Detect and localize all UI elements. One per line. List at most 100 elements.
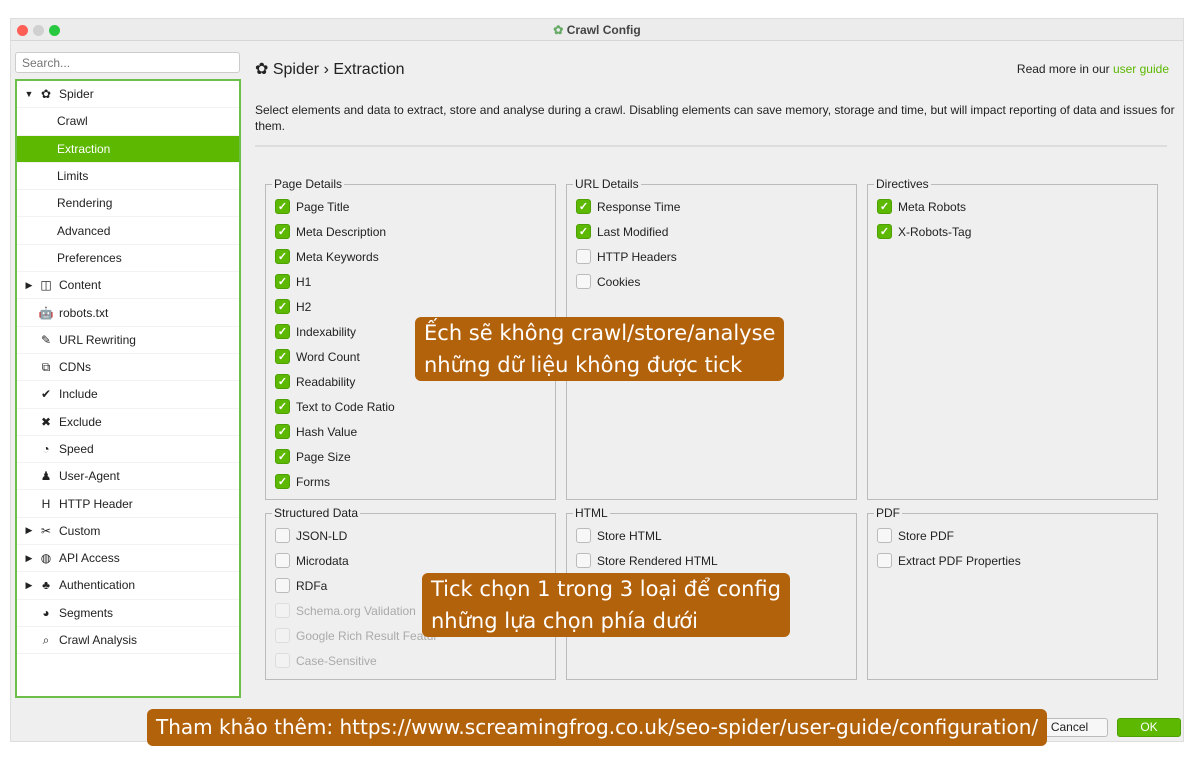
checkbox-cookies[interactable]: Cookies	[576, 274, 640, 289]
checkbox-store-pdf[interactable]: Store PDF	[877, 528, 954, 543]
sidebar-item-label: Rendering	[57, 196, 113, 211]
checkbox-box[interactable]	[877, 553, 892, 568]
checkbox-meta-description[interactable]: ✓ Meta Description	[275, 224, 386, 239]
checkmark-icon[interactable]: ✓	[576, 224, 591, 239]
collapsed-arrow-icon[interactable]: ▶	[21, 280, 37, 291]
checkmark-icon[interactable]: ✓	[275, 224, 290, 239]
sidebar-item-limits[interactable]: Limits	[17, 163, 239, 191]
checkbox-last-modified[interactable]: ✓ Last Modified	[576, 224, 668, 239]
checkmark-icon[interactable]: ✓	[275, 249, 290, 264]
sidebar-item-extraction[interactable]: Extraction	[17, 135, 239, 163]
checkbox-forms[interactable]: ✓ Forms	[275, 474, 330, 489]
checkmark-icon[interactable]: ✓	[275, 449, 290, 464]
checkbox-microdata[interactable]: Microdata	[275, 553, 349, 568]
sidebar-item-authentication[interactable]: ▶ ♣ Authentication	[17, 572, 239, 600]
sidebar-item-label: HTTP Header	[59, 496, 133, 511]
description: Select elements and data to extract, sto…	[255, 103, 1175, 133]
checkbox-rdfa[interactable]: RDFa	[275, 578, 327, 593]
sidebar-item-label: Include	[59, 387, 98, 402]
sidebar-item-rendering[interactable]: Rendering	[17, 190, 239, 218]
sidebar-item-label: Exclude	[59, 414, 102, 429]
checkbox-text-to-code-ratio[interactable]: ✓ Text to Code Ratio	[275, 399, 395, 414]
checkmark-icon[interactable]: ✓	[576, 199, 591, 214]
checkbox-case-sensitive: Case-Sensitive	[275, 653, 377, 668]
sidebar-item-exclude[interactable]: ✖ Exclude	[17, 409, 239, 436]
sidebar-item-api-access[interactable]: ▶ ◍ API Access	[17, 545, 239, 573]
columns-icon: ◫	[40, 278, 52, 293]
checkmark-icon[interactable]: ✓	[275, 324, 290, 339]
expanded-arrow-icon[interactable]: ▼	[21, 89, 37, 99]
checkbox-x-robots-tag[interactable]: ✓ X-Robots-Tag	[877, 224, 971, 239]
checkbox-h2[interactable]: ✓ H2	[275, 299, 311, 314]
collapsed-arrow-icon[interactable]: ▶	[21, 580, 37, 591]
sidebar-item-label: Speed	[59, 442, 94, 456]
checkbox-http-headers[interactable]: HTTP Headers	[576, 249, 677, 264]
sidebar-item-include[interactable]: ✔ Include	[17, 381, 239, 409]
checkbox-box[interactable]	[275, 578, 290, 593]
checkbox-meta-robots[interactable]: ✓ Meta Robots	[877, 199, 966, 214]
user-guide-link[interactable]: user guide	[1113, 62, 1169, 76]
checkmark-icon[interactable]: ✓	[275, 474, 290, 489]
sidebar-item-user-agent[interactable]: ♟ User-Agent	[17, 463, 239, 491]
checkbox-label: Case-Sensitive	[296, 653, 377, 668]
checkmark-icon[interactable]: ✓	[275, 299, 290, 314]
checkbox-box[interactable]	[877, 528, 892, 543]
checkbox-store-html[interactable]: Store HTML	[576, 528, 662, 543]
collapsed-arrow-icon[interactable]: ▶	[21, 553, 37, 564]
checkmark-icon[interactable]: ✓	[275, 199, 290, 214]
search-input[interactable]	[15, 52, 240, 73]
checkbox-label: Cookies	[597, 274, 641, 289]
checkbox-page-title[interactable]: ✓ Page Title	[275, 199, 349, 214]
checkbox-label: Meta Keywords	[296, 249, 379, 264]
sidebar-item-robots-txt[interactable]: 🤖 robots.txt	[17, 299, 239, 327]
sidebar-item-crawl[interactable]: Crawl	[17, 108, 239, 136]
checkbox-box	[275, 603, 290, 618]
checkmark-icon[interactable]: ✓	[877, 199, 892, 214]
checkmark-icon[interactable]: ✓	[275, 399, 290, 414]
checkbox-label: H1	[296, 274, 312, 289]
checkbox-readability[interactable]: ✓ Readability	[275, 374, 355, 389]
user-secret-icon: ♟	[40, 469, 52, 484]
sidebar-item-label: Spider	[59, 87, 94, 102]
checkbox-meta-keywords[interactable]: ✓ Meta Keywords	[275, 249, 379, 264]
sidebar-item-custom[interactable]: ▶ ✂ Custom	[17, 518, 239, 546]
sidebar-item-http-header[interactable]: H HTTP Header	[17, 490, 239, 518]
checkbox-box[interactable]	[275, 528, 290, 543]
sidebar-item-spider[interactable]: ▼ ✿ Spider	[17, 81, 239, 109]
checkmark-icon[interactable]: ✓	[275, 349, 290, 364]
checkbox-box[interactable]	[275, 553, 290, 568]
gauge-icon: ◔	[42, 442, 50, 456]
sidebar-item-url-rewriting[interactable]: ✎ URL Rewriting	[17, 327, 239, 354]
checkbox-box[interactable]	[576, 274, 591, 289]
sidebar-item-content[interactable]: ▶ ◫ Content	[17, 272, 239, 300]
checkbox-h1[interactable]: ✓ H1	[275, 274, 311, 289]
checkbox-response-time[interactable]: ✓ Response Time	[576, 199, 680, 214]
checkmark-icon[interactable]: ✓	[877, 224, 892, 239]
checkbox-label: Store HTML	[597, 528, 662, 543]
sidebar-item-speed[interactable]: ◔ Speed	[17, 436, 239, 464]
sidebar-item-cdns[interactable]: ⧉ CDNs	[17, 354, 239, 382]
checkbox-box[interactable]	[576, 249, 591, 264]
crumb-separator: ›	[323, 61, 329, 78]
checkbox-box[interactable]	[576, 528, 591, 543]
checkbox-page-size[interactable]: ✓ Page Size	[275, 449, 351, 464]
users-lock-icon: ♣	[42, 578, 50, 593]
checkbox-label: Schema.org Validation	[296, 603, 416, 618]
checkbox-json-ld[interactable]: JSON-LD	[275, 528, 347, 543]
checkmark-icon[interactable]: ✓	[275, 424, 290, 439]
checkbox-hash-value[interactable]: ✓ Hash Value	[275, 424, 357, 439]
ok-button[interactable]: OK	[1117, 718, 1181, 737]
sidebar-item-segments[interactable]: ◕ Segments	[17, 600, 239, 627]
checkbox-label: JSON-LD	[296, 528, 348, 543]
sidebar-item-crawl-analysis[interactable]: ⌕ Crawl Analysis	[17, 627, 239, 655]
sidebar-item-preferences[interactable]: Preferences	[17, 245, 239, 273]
checkbox-indexability[interactable]: ✓ Indexability	[275, 324, 356, 339]
checkbox-box[interactable]	[576, 553, 591, 568]
checkmark-icon[interactable]: ✓	[275, 274, 290, 289]
checkbox-extract-pdf-properties[interactable]: Extract PDF Properties	[877, 553, 1021, 568]
checkbox-store-rendered-html[interactable]: Store Rendered HTML	[576, 553, 718, 568]
sidebar-item-advanced[interactable]: Advanced	[17, 217, 239, 245]
checkbox-word-count[interactable]: ✓ Word Count	[275, 349, 360, 364]
collapsed-arrow-icon[interactable]: ▶	[21, 525, 37, 536]
checkmark-icon[interactable]: ✓	[275, 374, 290, 389]
